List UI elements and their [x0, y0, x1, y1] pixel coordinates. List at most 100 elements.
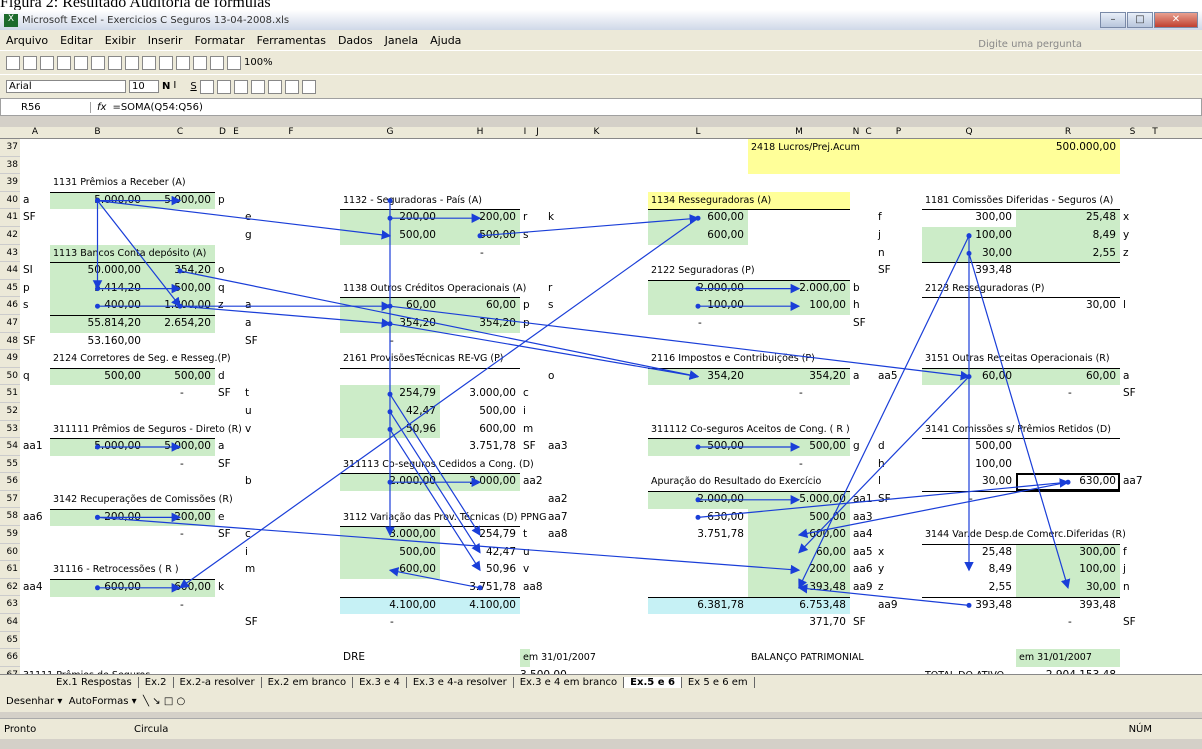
font-size-select[interactable]: 10 — [129, 80, 159, 93]
new-icon[interactable] — [6, 55, 20, 70]
rectangle-icon[interactable]: □ — [164, 696, 173, 707]
menu-item-6[interactable]: Dados — [338, 34, 373, 47]
row-header[interactable]: 49 — [0, 350, 20, 368]
menu-item-4[interactable]: Formatar — [195, 34, 245, 47]
align-left-icon[interactable] — [199, 79, 214, 94]
menu-item-7[interactable]: Janela — [385, 34, 419, 47]
column-header[interactable]: I — [520, 127, 530, 137]
sheet-tab[interactable]: Ex.2 em branco — [262, 677, 354, 688]
row-header[interactable]: 64 — [0, 614, 20, 632]
row-header[interactable]: 53 — [0, 421, 20, 439]
row-header[interactable]: 47 — [0, 315, 20, 333]
column-header[interactable]: D — [215, 127, 230, 137]
row-header[interactable]: 62 — [0, 579, 20, 597]
maximize-button[interactable]: □ — [1127, 12, 1153, 28]
row-header[interactable]: 50 — [0, 368, 20, 386]
redo-icon[interactable] — [176, 55, 190, 70]
row-header[interactable]: 61 — [0, 561, 20, 579]
column-header[interactable]: L — [648, 127, 748, 137]
row-header[interactable]: 51 — [0, 385, 20, 403]
font-color-icon[interactable] — [301, 79, 316, 94]
menu-item-1[interactable]: Editar — [60, 34, 93, 47]
column-header[interactable]: C — [145, 127, 215, 137]
worksheet-grid[interactable]: ABCDEFGHIJKLMNCPQRST 37 38 39 40 41 42 43 44 45 4… — [0, 127, 1202, 674]
column-header[interactable]: T — [1145, 127, 1165, 137]
bold-button[interactable]: N — [162, 81, 170, 92]
formula-input[interactable]: =SOMA(Q54:Q56) — [112, 102, 202, 113]
italic-icon[interactable]: I — [173, 80, 187, 94]
column-header[interactable]: F — [242, 127, 340, 137]
row-header[interactable]: 41 — [0, 209, 20, 227]
column-header[interactable]: G — [340, 127, 440, 137]
row-header[interactable]: 54 — [0, 438, 20, 456]
row-header[interactable]: 66 — [0, 649, 20, 667]
row-header[interactable]: 57 — [0, 491, 20, 509]
column-header[interactable]: E — [230, 127, 242, 137]
menu-item-0[interactable]: Arquivo — [6, 34, 48, 47]
preview-icon[interactable] — [74, 55, 88, 70]
sheet-tab[interactable]: Ex.1 Respostas — [50, 677, 139, 688]
row-header[interactable]: 59 — [0, 526, 20, 544]
sheet-tab[interactable]: Ex.3 e 4-a resolver — [407, 677, 514, 688]
row-header[interactable]: 60 — [0, 544, 20, 562]
column-header[interactable]: K — [545, 127, 648, 137]
row-header[interactable]: 44 — [0, 262, 20, 280]
open-icon[interactable] — [23, 55, 37, 70]
sheet-tab[interactable]: Ex.2 — [139, 677, 174, 688]
menu-item-2[interactable]: Exibir — [105, 34, 136, 47]
zoom-select[interactable]: 100% — [244, 57, 273, 68]
row-header[interactable]: 58 — [0, 508, 20, 527]
cells-area[interactable]: 2418 Lucros/Prej.Acum 500.000,00 1131 Prêm… — [20, 139, 1202, 674]
paste-icon[interactable] — [142, 55, 156, 70]
arrow-icon[interactable]: ↘ — [152, 696, 160, 707]
sheet-tab[interactable]: Ex.2-a resolver — [174, 677, 262, 688]
row-header[interactable]: 52 — [0, 403, 20, 421]
column-header[interactable]: R — [1016, 127, 1120, 137]
column-header[interactable]: S — [1120, 127, 1145, 137]
row-header[interactable]: 56 — [0, 473, 20, 491]
row-header[interactable]: 46 — [0, 297, 20, 315]
column-header[interactable]: J — [530, 127, 545, 137]
help-search-box[interactable]: Digite uma pergunta — [978, 39, 1082, 50]
sheet-tab[interactable]: Ex 5 e 6 em — [682, 677, 755, 688]
row-header[interactable]: 55 — [0, 456, 20, 474]
column-header[interactable]: H — [440, 127, 520, 137]
row-header[interactable]: 42 — [0, 227, 20, 245]
align-center-icon[interactable] — [216, 79, 231, 94]
column-header[interactable]: N — [850, 127, 862, 137]
oval-icon[interactable]: ○ — [176, 696, 185, 707]
align-right-icon[interactable] — [233, 79, 248, 94]
close-button[interactable]: ✕ — [1154, 12, 1198, 28]
font-name-select[interactable]: Arial — [6, 80, 126, 93]
chart-icon[interactable] — [227, 55, 241, 70]
spelling-icon[interactable] — [91, 55, 105, 70]
column-header[interactable]: Q — [922, 127, 1016, 137]
row-header[interactable]: 43 — [0, 245, 20, 263]
column-header[interactable]: M — [748, 127, 850, 137]
row-header[interactable]: 45 — [0, 280, 20, 298]
minimize-button[interactable]: – — [1100, 12, 1126, 28]
autoshapes-menu[interactable]: AutoFormas — [69, 696, 129, 707]
row-header[interactable]: 67 — [0, 667, 20, 674]
draw-menu[interactable]: Desenhar — [6, 696, 54, 707]
cut-icon[interactable] — [108, 55, 122, 70]
print-icon[interactable] — [57, 55, 71, 70]
column-header[interactable]: B — [50, 127, 145, 137]
sheet-tab[interactable]: Ex.3 e 4 em branco — [514, 677, 625, 688]
row-header[interactable]: 39 — [0, 174, 20, 192]
column-header[interactable]: A — [20, 127, 50, 137]
menu-item-3[interactable]: Inserir — [148, 34, 183, 47]
row-header[interactable]: 63 — [0, 596, 20, 615]
line-icon[interactable]: ╲ — [143, 696, 149, 707]
sheet-tab[interactable]: Ex.3 e 4 — [353, 677, 407, 688]
fill-color-icon[interactable] — [284, 79, 299, 94]
menu-item-8[interactable]: Ajuda — [430, 34, 461, 47]
row-header[interactable]: 40 — [0, 192, 20, 210]
undo-icon[interactable] — [159, 55, 173, 70]
menu-item-5[interactable]: Ferramentas — [257, 34, 326, 47]
column-header[interactable]: C — [862, 127, 875, 137]
autosum-icon[interactable] — [193, 55, 207, 70]
sheet-tab[interactable]: Ex.5 e 6 — [624, 677, 682, 688]
row-header[interactable]: 65 — [0, 632, 20, 650]
row-header[interactable]: 38 — [0, 157, 20, 175]
